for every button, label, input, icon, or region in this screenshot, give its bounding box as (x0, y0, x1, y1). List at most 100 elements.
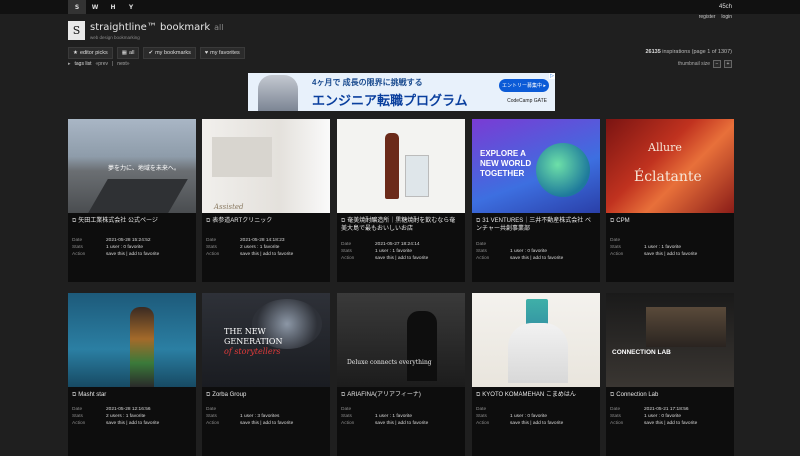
card[interactable]: ⧉ 奄美焼酎醸造所｜黒糖焼酎を飲むなら奄美大島で最もおいしいお店 Date 2021… (337, 119, 465, 282)
pager-separator: | (111, 61, 114, 67)
card-title-text: Connection Lab (616, 392, 659, 398)
card-title[interactable]: ⧉ Connection Lab (610, 391, 730, 399)
save-favorite-links[interactable]: save this | add to favorite (644, 420, 697, 427)
stats-value: 1 user : 1 favorite (375, 249, 413, 254)
action-row: Action save this | add to favorite (610, 420, 730, 427)
prev-link[interactable]: «prev (95, 61, 108, 67)
thumb-caption: CONNECTION LAB (612, 349, 671, 356)
action-label: Action (206, 252, 220, 257)
link-icon: ⧉ (610, 218, 615, 224)
card-title[interactable]: ⧉ CPM (610, 217, 730, 225)
card-title[interactable]: ⧉ Zorba Group (206, 391, 326, 399)
save-favorite-links[interactable]: save this | add to favorite (510, 420, 563, 427)
thumb-larger-button[interactable]: + (724, 60, 732, 68)
ad-line1: 4ヶ月で 成長の限界に挑戦する (312, 78, 423, 87)
card[interactable]: ⧉ Masht star Date 2021-05-28 12:16:56 Stat… (68, 293, 196, 456)
my-favorites-label: my favorites (210, 50, 240, 56)
brand-name: straightline™ bookmark (90, 22, 211, 33)
card[interactable]: 夢を力に、地域を未来へ。 ⧉ 矢田工業株式会社 公式ページ Date 2021-05… (68, 119, 196, 282)
save-favorite-links[interactable]: save this | add to favorite (240, 251, 293, 258)
action-row: Action save this | add to favorite (476, 420, 596, 427)
action-row: Action save this | add to favorite (341, 255, 461, 262)
stats-label: Stats (610, 414, 621, 419)
card-title[interactable]: ⧉ 31 VENTURES｜三井不動産株式会社 ベンチャー共創事業部 (476, 217, 596, 233)
card-thumbnail[interactable] (68, 293, 196, 387)
all-button[interactable]: ▦ all (116, 47, 140, 59)
my-favorites-button[interactable]: ♥ my favorites (199, 47, 245, 59)
stats-value: 1 user : 3 favorites (240, 414, 280, 419)
ad-cta-button[interactable]: エントリー募集中 ▸ (499, 79, 549, 92)
card-title[interactable]: ⧉ ARIAFINA(アリアフィーナ) (341, 391, 461, 399)
save-favorite-links[interactable]: save this | add to favorite (375, 420, 428, 427)
top-tabs: S W H Y (68, 0, 140, 14)
stats-row: Stats 2 users : 1 favorite (206, 244, 326, 251)
card-title[interactable]: ⧉ Masht star (72, 391, 192, 399)
stats-value: 1 user : 0 favorite (510, 249, 548, 254)
thumb-caption-b: Éclatante (634, 169, 702, 185)
card[interactable]: Assisted ⧉ 表参道ARTクリニック Date 2021-05-28 14:… (202, 119, 330, 282)
stats-value: 2 users : 1 favorite (240, 245, 280, 250)
date-row: Date 2021-05-21 17:18:56 (610, 406, 730, 413)
date-label: Date (341, 407, 352, 412)
card[interactable]: Allure Éclatante ⧉ CPM Date Stats 1 user :… (606, 119, 734, 282)
tags-list-link[interactable]: tags list (75, 61, 92, 67)
card-title[interactable]: ⧉ KYOTO KOMAMEHAN こまめはん (476, 391, 596, 399)
card-title[interactable]: ⧉ 矢田工業株式会社 公式ページ (72, 217, 192, 225)
card-thumbnail[interactable]: EXPLORE A NEW WORLD TOGETHER (472, 119, 600, 213)
thumb-caption: Assisted (214, 203, 244, 211)
card[interactable]: CONNECTION LAB ⧉ Connection Lab Date 2021-… (606, 293, 734, 456)
top-link[interactable]: 45ch (719, 4, 732, 10)
save-favorite-links[interactable]: save this | add to favorite (106, 420, 159, 427)
editor-picks-label: editor picks (79, 50, 108, 56)
date-label: Date (72, 238, 83, 243)
save-favorite-links[interactable]: save this | add to favorite (644, 251, 697, 258)
my-bookmarks-button[interactable]: ✔ my bookmarks (143, 47, 196, 59)
grid-icon: ▦ (121, 50, 127, 56)
card[interactable]: Deluxe connects everything ⧉ ARIAFINA(アリア… (337, 293, 465, 456)
card-thumbnail[interactable]: Deluxe connects everything (337, 293, 465, 387)
card-thumbnail[interactable]: CONNECTION LAB (606, 293, 734, 387)
card-thumbnail[interactable] (472, 293, 600, 387)
thumb-caption-c: TOGETHER (480, 169, 525, 178)
tab-w[interactable]: W (86, 0, 104, 14)
card-thumbnail[interactable]: Assisted (202, 119, 330, 213)
ad-choices-icon[interactable]: ▷ (549, 73, 555, 79)
card[interactable]: ⧉ KYOTO KOMAMEHAN こまめはん Date Stats 1 user … (472, 293, 600, 456)
stats-label: Stats (72, 245, 83, 250)
card-thumbnail[interactable] (337, 119, 465, 213)
brand-title[interactable]: straightline™ bookmark all (90, 22, 224, 33)
date-row: Date (476, 406, 596, 413)
save-favorite-links[interactable]: save this | add to favorite (375, 255, 428, 262)
save-favorite-links[interactable]: save this | add to favorite (106, 251, 159, 258)
tab-h[interactable]: H (104, 0, 122, 14)
card[interactable]: THE NEW GENERATION of storytellers ⧉ Zorb… (202, 293, 330, 456)
date-label: Date (72, 407, 83, 412)
card-title[interactable]: ⧉ 奄美焼酎醸造所｜黒糖焼酎を飲むなら奄美大島で最もおいしいお店 (341, 217, 461, 233)
date-label: Date (610, 407, 621, 412)
save-favorite-links[interactable]: save this | add to favorite (510, 255, 563, 262)
card-thumbnail[interactable]: THE NEW GENERATION of storytellers (202, 293, 330, 387)
link-icon: ⧉ (341, 218, 346, 224)
card[interactable]: EXPLORE A NEW WORLD TOGETHER ⧉ 31 VENTURE… (472, 119, 600, 282)
sub-nav: ▸ tags list «prev | next» (68, 61, 130, 67)
tab-y[interactable]: Y (122, 0, 140, 14)
save-favorite-links[interactable]: save this | add to favorite (240, 420, 293, 427)
card-title[interactable]: ⧉ 表参道ARTクリニック (206, 217, 326, 225)
card-thumbnail[interactable]: Allure Éclatante (606, 119, 734, 213)
editor-picks-button[interactable]: ★ editor picks (68, 47, 113, 59)
thumb-smaller-button[interactable]: − (713, 60, 721, 68)
ad-banner[interactable]: 4ヶ月で 成長の限界に挑戦する エンジニア転職プログラム エントリー募集中 ▸ … (248, 73, 555, 111)
card-thumbnail[interactable]: 夢を力に、地域を未来へ。 (68, 119, 196, 213)
date-label: Date (476, 242, 487, 247)
date-value: 2021-05-28 12:16:56 (106, 407, 151, 412)
register-link[interactable]: register (699, 14, 716, 20)
stats-value: 1 user : 1 favorite (375, 414, 413, 419)
account-links: register login (699, 14, 732, 20)
login-link[interactable]: login (721, 14, 732, 20)
stats-label: Stats (610, 245, 621, 250)
date-label: Date (476, 407, 487, 412)
next-link[interactable]: next» (117, 61, 129, 67)
stats-row: Stats 1 user : 0 favorite (476, 413, 596, 420)
logo[interactable]: S (68, 21, 85, 40)
tab-s[interactable]: S (68, 0, 86, 14)
